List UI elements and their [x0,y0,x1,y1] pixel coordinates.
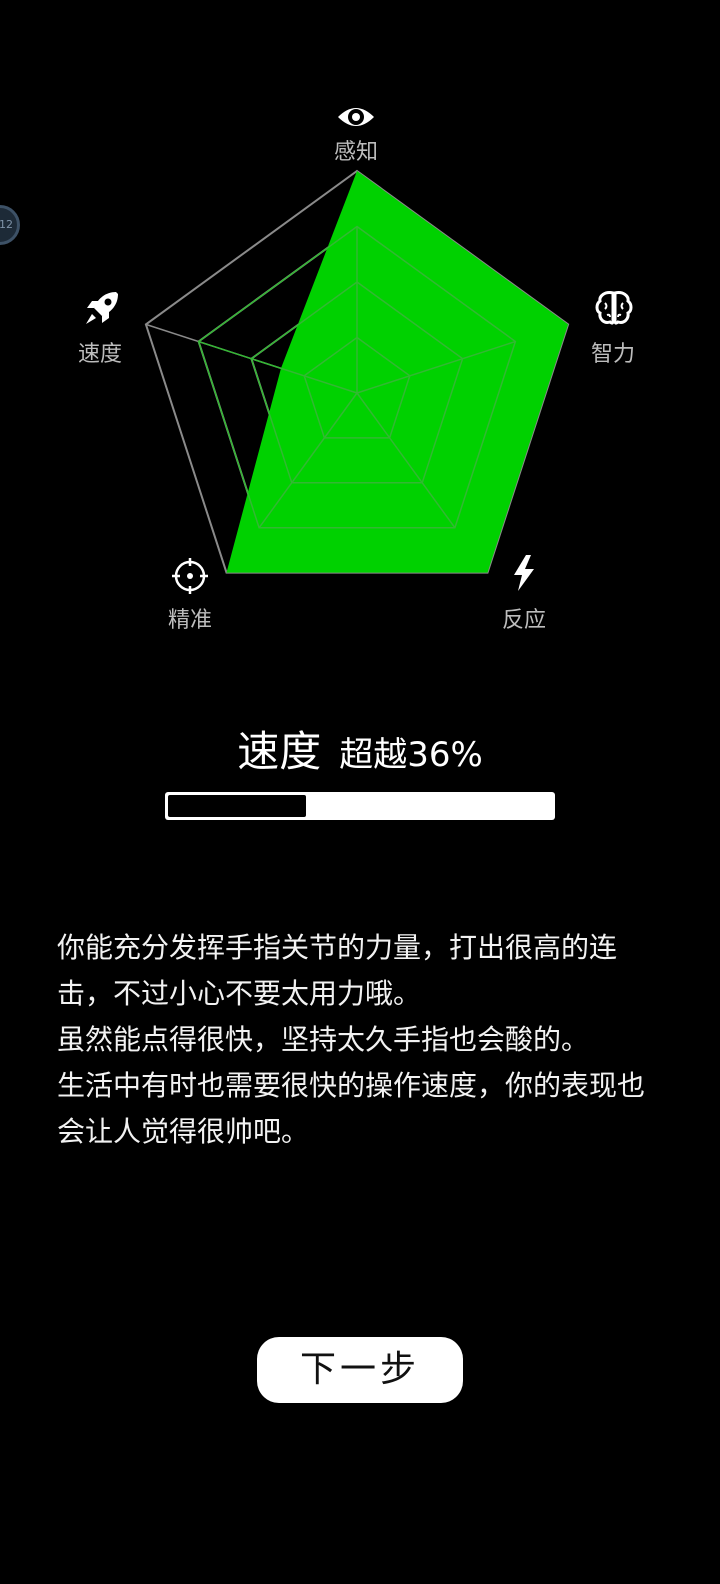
score-category: 速度 [237,727,322,776]
score-progress-bar [165,792,555,820]
description-paragraph: 你能充分发挥手指关节的力量，打出很高的连击，不过小心不要太用力哦。 [57,931,618,1010]
lightning-icon [514,555,534,591]
axis-label-reaction: 反应 [501,608,546,633]
axis-label-intelligence: 智力 [590,342,635,367]
score-heading: 速度 超越36% [0,718,720,779]
description-paragraph: 生活中有时也需要很快的操作速度，你的表现也会让人觉得很帅吧。 [57,1069,646,1148]
score-progress-fill [168,795,307,817]
result-screen: 12 感知 智力 反应 精准 速度 速度 超越36% 你能充分发挥手指关节的力量… [0,0,720,1584]
axis-label-precision: 精准 [167,608,212,633]
next-step-button[interactable]: 下一步 [257,1337,463,1403]
axis-label-speed: 速度 [77,342,122,367]
rocket-icon [86,292,118,324]
radar-fill-polygon [226,171,569,573]
score-percentile: 超越36% [339,735,483,775]
eye-icon [338,108,374,126]
brain-icon [595,291,633,325]
description-paragraph: 虽然能点得很快，坚持太久手指也会酸的。 [57,1023,590,1056]
description-text: 你能充分发挥手指关节的力量，打出很高的连击，不过小心不要太用力哦。 虽然能点得很… [57,925,657,1155]
crosshair-icon [172,558,208,594]
axis-label-perception: 感知 [333,140,378,165]
